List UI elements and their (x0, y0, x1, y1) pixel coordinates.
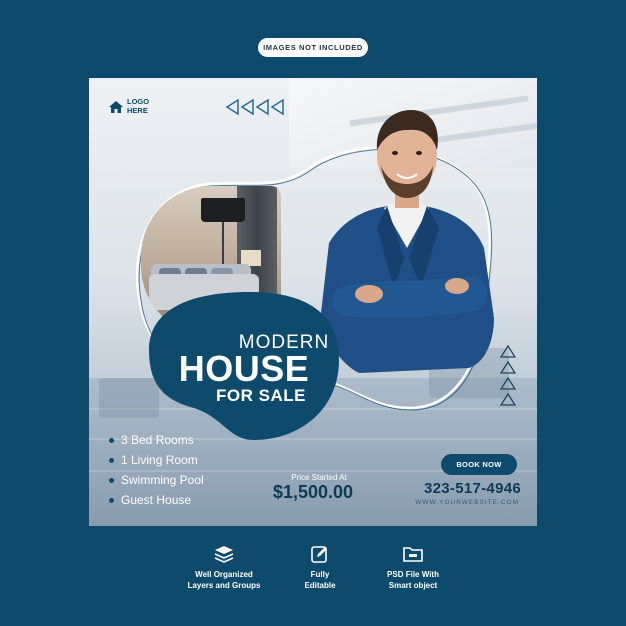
lamp (201, 198, 245, 222)
feature-layers: Well Organized Layers and Groups (176, 545, 272, 591)
phone-number: 323-517-4946 (423, 480, 521, 497)
feature-editable: Fully Editable (286, 545, 354, 591)
book-now-button[interactable]: BOOK NOW (441, 454, 517, 475)
chevron-left-icons (225, 98, 284, 116)
house-icon (109, 100, 123, 113)
triangle-up-icons (500, 344, 516, 406)
feature-psd: PSD File With Smart object (372, 545, 454, 591)
logo: LOGO HERE (109, 97, 149, 115)
edit-icon (311, 546, 327, 563)
folder-icon (403, 547, 423, 562)
list-item: 3 Bed Rooms (109, 430, 204, 450)
price-label: Price Started At (291, 473, 347, 482)
website-url: WWW.YOURWEBSITE.COM (415, 499, 519, 506)
headline-for-sale: FOR SALE (216, 386, 306, 405)
list-item: Swimming Pool (109, 470, 204, 490)
logo-line-2: HERE (127, 105, 148, 115)
feature-list: 3 Bed Rooms 1 Living Room Swimming Pool … (109, 430, 204, 510)
images-not-included-badge: IMAGES NOT INCLUDED (258, 38, 368, 57)
layers-icon (214, 546, 234, 563)
social-post-card: MODERN HOUSE FOR SALE LOGO HERE 3 Bed Ro… (89, 78, 537, 526)
list-item: Guest House (109, 490, 204, 510)
headline-house: HOUSE (178, 348, 310, 389)
list-item: 1 Living Room (109, 450, 204, 470)
price-value: $1,500.00 (272, 482, 354, 502)
